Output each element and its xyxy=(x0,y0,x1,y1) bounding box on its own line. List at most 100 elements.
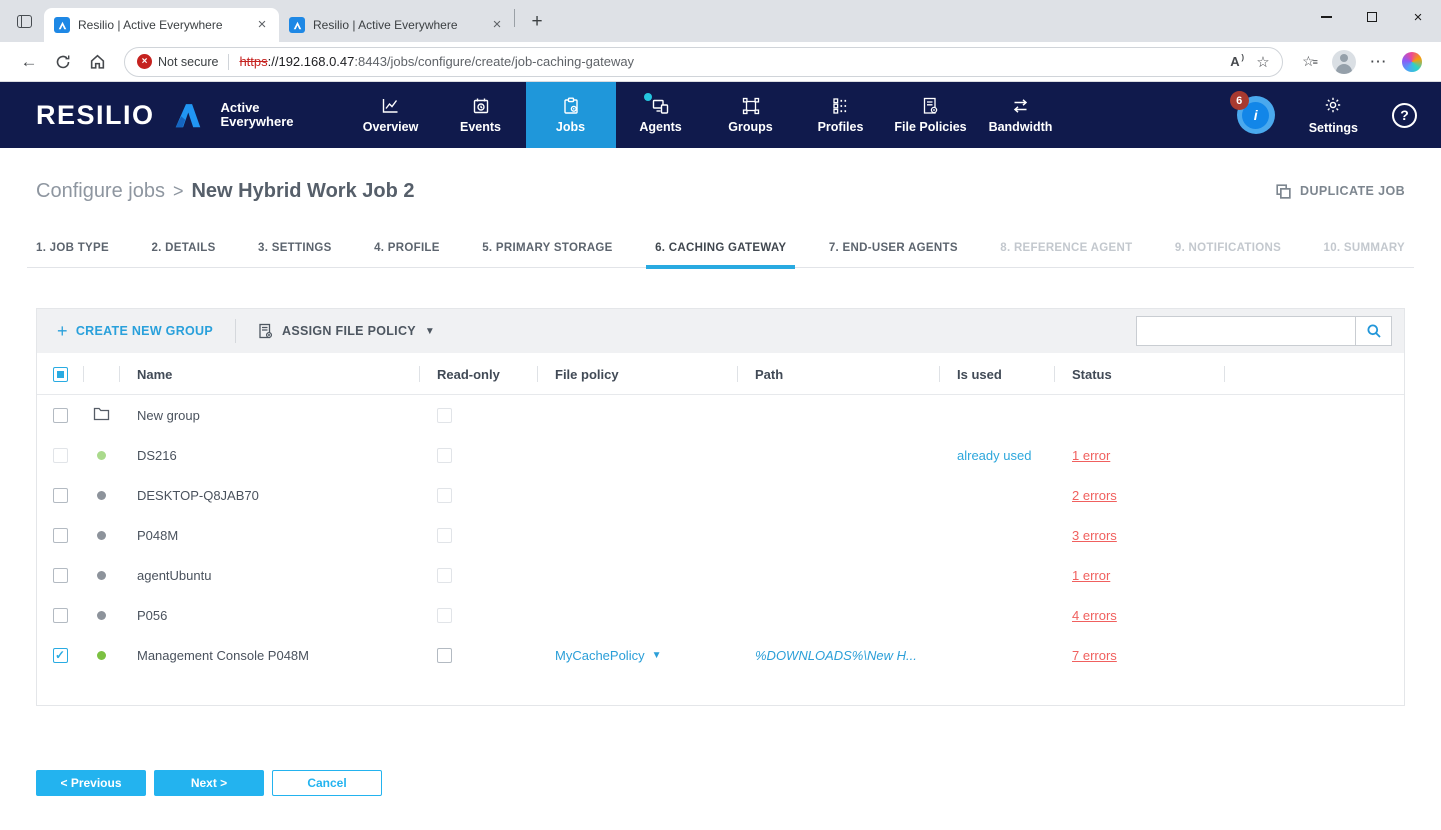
step-tab-5[interactable]: 5. PRIMARY STORAGE xyxy=(473,242,621,267)
previous-button[interactable]: < Previous xyxy=(36,770,146,796)
cancel-button[interactable]: Cancel xyxy=(272,770,382,796)
error-link[interactable]: 2 errors xyxy=(1072,488,1117,503)
duplicate-job-button[interactable]: DUPLICATE JOB xyxy=(1276,184,1405,199)
new-tab-button[interactable]: + xyxy=(523,8,551,36)
window-maximize-button[interactable] xyxy=(1349,0,1395,34)
column-header-is-used: Is used xyxy=(939,353,1054,395)
favorite-star-icon[interactable]: ☆ xyxy=(1250,49,1276,75)
column-header-read-only: Read-only xyxy=(419,353,537,395)
row-checkbox[interactable] xyxy=(53,528,68,543)
active-everywhere-logo-icon xyxy=(171,100,205,130)
row-checkbox[interactable] xyxy=(53,608,68,623)
error-link[interactable]: 7 errors xyxy=(1072,648,1117,663)
search-input[interactable] xyxy=(1137,317,1355,345)
readonly-cell xyxy=(419,568,537,583)
column-header-empty xyxy=(1224,353,1404,395)
step-tab-2[interactable]: 2. DETAILS xyxy=(142,242,224,267)
nav-item-bandwidth[interactable]: Bandwidth xyxy=(976,82,1066,148)
address-bar[interactable]: × Not secure https://192.168.0.47:8443/j… xyxy=(124,47,1283,77)
tab-divider xyxy=(514,9,515,27)
nav-item-agents[interactable]: Agents xyxy=(616,82,706,148)
tab-close-icon[interactable]: × xyxy=(488,16,506,34)
is-used-cell: already used xyxy=(939,448,1054,463)
browser-tab-strip: Resilio | Active Everywhere × Resilio | … xyxy=(0,0,1441,42)
error-link[interactable]: 3 errors xyxy=(1072,528,1117,543)
path-link[interactable]: %DOWNLOADS%\New H... xyxy=(755,648,917,663)
not-secure-indicator[interactable]: × Not secure xyxy=(137,54,218,69)
search-button[interactable] xyxy=(1355,317,1391,345)
nav-item-profiles[interactable]: Profiles xyxy=(796,82,886,148)
table-row: New group xyxy=(37,395,1404,435)
nav-item-label: Jobs xyxy=(556,120,585,134)
caching-gateway-panel: + CREATE NEW GROUP ASSIGN FILE POLICY ▼ … xyxy=(36,308,1405,706)
step-tab-7[interactable]: 7. END-USER AGENTS xyxy=(820,242,967,267)
row-checkbox[interactable] xyxy=(53,488,68,503)
browser-tab-active[interactable]: Resilio | Active Everywhere × xyxy=(44,8,279,42)
notifications-button[interactable]: 6 i xyxy=(1237,96,1275,134)
readonly-cell xyxy=(419,608,537,623)
file-policies-icon xyxy=(922,96,939,116)
file-policy-dropdown[interactable]: MyCachePolicy ▼ xyxy=(555,648,662,663)
agent-name: P048M xyxy=(119,528,419,543)
file-policy-label: MyCachePolicy xyxy=(555,648,645,663)
status-cell: 7 errors xyxy=(1054,648,1224,663)
step-tab-4[interactable]: 4. PROFILE xyxy=(365,242,449,267)
profile-avatar[interactable] xyxy=(1329,47,1359,77)
breadcrumb[interactable]: Configure jobs xyxy=(36,180,165,203)
window-minimize-button[interactable] xyxy=(1303,0,1349,34)
nav-item-label: Events xyxy=(460,120,501,134)
error-link[interactable]: 1 error xyxy=(1072,448,1110,463)
error-link[interactable]: 4 errors xyxy=(1072,608,1117,623)
online-dot-icon xyxy=(644,93,652,101)
tab-close-icon[interactable]: × xyxy=(253,16,271,34)
readonly-checkbox[interactable] xyxy=(437,648,452,663)
tab-actions-button[interactable] xyxy=(10,7,38,35)
brand: RESILIO Active Everywhere xyxy=(36,82,294,148)
row-type-cell xyxy=(83,491,119,500)
favorites-bar-icon[interactable]: ☆≡ xyxy=(1295,47,1325,77)
row-checkbox[interactable] xyxy=(53,568,68,583)
read-aloud-icon[interactable]: A) xyxy=(1222,49,1248,75)
step-tab-8[interactable]: 8. REFERENCE AGENT xyxy=(991,242,1141,267)
row-select-cell xyxy=(37,448,83,463)
nav-item-file-policies[interactable]: File Policies xyxy=(886,82,976,148)
row-checkbox[interactable] xyxy=(53,648,68,663)
row-checkbox[interactable] xyxy=(53,408,68,423)
nav-item-overview[interactable]: Overview xyxy=(346,82,436,148)
online-dot-icon xyxy=(97,451,106,460)
help-button[interactable]: ? xyxy=(1392,103,1417,128)
already-used-link[interactable]: already used xyxy=(957,448,1031,463)
browser-menu-icon[interactable]: ⋯ xyxy=(1363,47,1393,77)
step-tab-1[interactable]: 1. JOB TYPE xyxy=(27,242,118,267)
nav-item-settings[interactable]: Settings xyxy=(1309,96,1358,135)
row-type-cell xyxy=(83,571,119,580)
nav-item-label: Profiles xyxy=(818,120,864,134)
nav-item-groups[interactable]: Groups xyxy=(706,82,796,148)
error-link[interactable]: 1 error xyxy=(1072,568,1110,583)
row-type-cell xyxy=(83,451,119,460)
step-tab-6[interactable]: 6. CACHING GATEWAY xyxy=(646,242,795,267)
browser-tab-inactive[interactable]: Resilio | Active Everywhere × xyxy=(279,8,514,42)
assign-file-policy-button[interactable]: ASSIGN FILE POLICY ▼ xyxy=(258,323,435,339)
column-header-file-policy: File policy xyxy=(537,353,737,395)
back-button[interactable]: ← xyxy=(14,47,44,77)
copilot-icon[interactable] xyxy=(1397,47,1427,77)
step-tab-9[interactable]: 9. NOTIFICATIONS xyxy=(1166,242,1290,267)
select-all-checkbox[interactable] xyxy=(37,353,83,395)
column-header-path: Path xyxy=(737,353,939,395)
chevron-down-icon: ▼ xyxy=(652,650,662,661)
home-button[interactable] xyxy=(82,47,112,77)
nav-item-jobs[interactable]: Jobs xyxy=(526,82,616,148)
bandwidth-icon xyxy=(1011,96,1030,116)
create-new-group-button[interactable]: + CREATE NEW GROUP xyxy=(57,321,213,342)
window-close-button[interactable]: × xyxy=(1395,0,1441,34)
product-name: Active Everywhere xyxy=(221,101,294,130)
step-tab-10[interactable]: 10. SUMMARY xyxy=(1315,242,1414,267)
readonly-cell xyxy=(419,448,537,463)
nav-item-events[interactable]: Events xyxy=(436,82,526,148)
next-button[interactable]: Next > xyxy=(154,770,264,796)
status-cell: 4 errors xyxy=(1054,608,1224,623)
step-tab-3[interactable]: 3. SETTINGS xyxy=(249,242,341,267)
refresh-button[interactable] xyxy=(48,47,78,77)
divider xyxy=(235,319,236,343)
